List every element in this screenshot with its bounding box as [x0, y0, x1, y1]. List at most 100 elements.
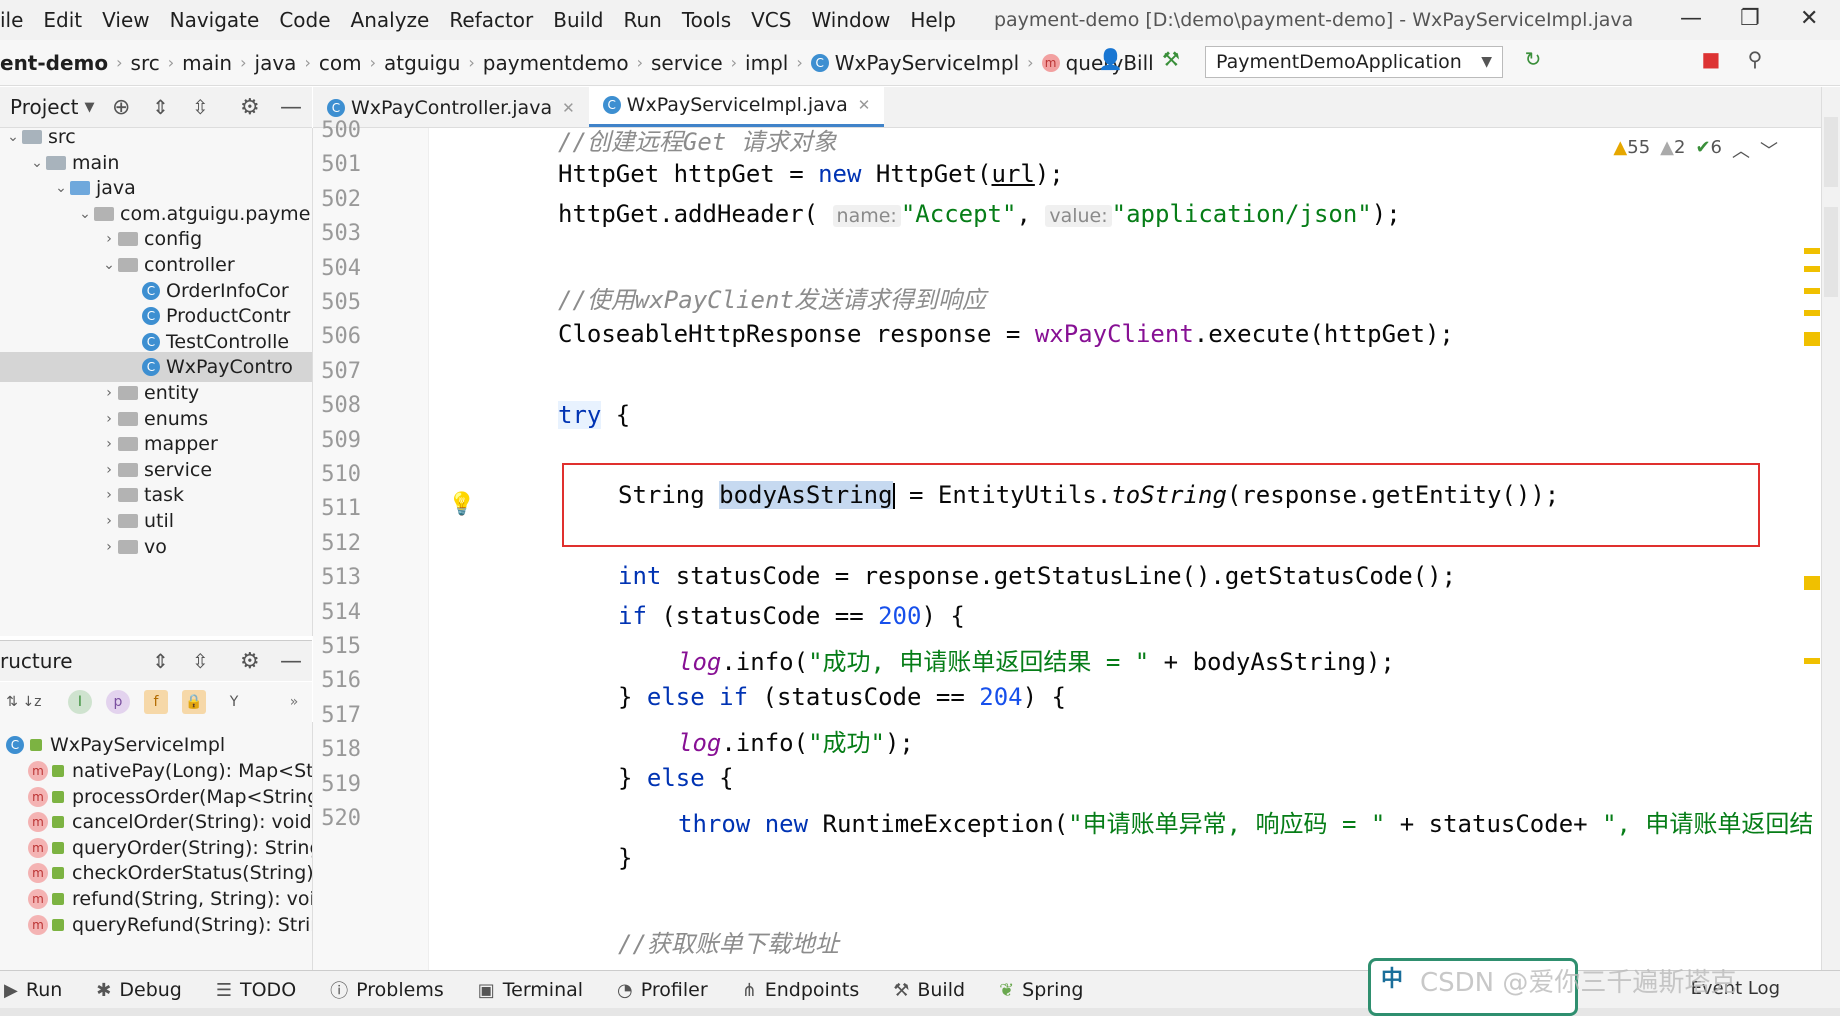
structure-method-item[interactable]: m queryRefund(String): String: [28, 910, 312, 940]
chevron-right-icon[interactable]: ›: [100, 487, 118, 503]
next-highlight-icon[interactable]: ﹀: [1760, 137, 1778, 163]
menu-navigate[interactable]: Navigate: [170, 8, 260, 32]
warning-mark[interactable]: [1804, 576, 1820, 590]
expand-all-icon[interactable]: ⇕: [152, 95, 169, 119]
hide-icon[interactable]: —: [280, 95, 302, 120]
close-icon[interactable]: ✕: [1800, 6, 1818, 31]
user-icon[interactable]: 👤: [1098, 48, 1123, 70]
typo-count[interactable]: ✔6: [1695, 137, 1722, 163]
show-fields-icon[interactable]: f: [144, 690, 168, 714]
menu-view[interactable]: View: [102, 8, 149, 32]
code-editor[interactable]: //创建远程Get 请求对象 HttpGet httpGet = new Htt…: [430, 128, 1840, 970]
warning-mark[interactable]: [1804, 248, 1820, 254]
chevron-down-icon[interactable]: ⌄: [52, 180, 70, 196]
previous-highlight-icon[interactable]: ︿: [1732, 137, 1750, 163]
menu-run[interactable]: Run: [623, 8, 661, 32]
menu-analyze[interactable]: Analyze: [351, 8, 430, 32]
breadcrumb-src[interactable]: src ›: [131, 51, 183, 75]
project-panel-title[interactable]: Project: [10, 95, 78, 119]
chevron-right-icon[interactable]: ›: [100, 539, 118, 555]
warning-mark[interactable]: [1804, 288, 1820, 294]
chevron-right-icon[interactable]: ›: [100, 513, 118, 529]
collapse-all-icon[interactable]: ⇳: [192, 649, 209, 673]
search-icon[interactable]: ⚲: [1744, 48, 1766, 70]
tab-wxpayserviceimpl[interactable]: C WxPayServiceImpl.java ✕: [588, 86, 885, 127]
error-stripe[interactable]: [1800, 128, 1822, 970]
code-line-518: }: [618, 844, 633, 872]
close-icon[interactable]: ✕: [562, 99, 575, 117]
chevron-right-icon[interactable]: ›: [100, 411, 118, 427]
inspection-widget[interactable]: ▲55 ▲2 ✔6 ︿ ﹀: [1613, 137, 1778, 163]
chevron-down-icon[interactable]: ⌄: [76, 206, 94, 222]
chevron-down-icon[interactable]: ⌄: [4, 129, 22, 145]
menu-help[interactable]: Help: [910, 8, 956, 32]
breadcrumb-paymentdemo[interactable]: paymentdemo ›: [483, 51, 651, 75]
run-tool-button[interactable]: ▶ Run: [4, 979, 62, 1001]
warning-mark[interactable]: [1804, 266, 1820, 272]
chevron-right-icon[interactable]: ›: [100, 462, 118, 478]
warning-mark[interactable]: [1804, 310, 1820, 316]
hammer-icon[interactable]: ⚒: [1160, 48, 1182, 70]
filter-icon[interactable]: Y: [222, 690, 246, 714]
menu-code[interactable]: Code: [279, 8, 330, 32]
minimize-icon[interactable]: —: [1680, 6, 1702, 31]
breadcrumb-service[interactable]: service ›: [651, 51, 745, 75]
problems-tool-button[interactable]: ⓘ Problems: [330, 977, 444, 1003]
weak-warning-count[interactable]: ▲2: [1660, 137, 1685, 163]
chevron-down-icon[interactable]: ▼: [84, 100, 94, 115]
build-tool-button[interactable]: ⚒ Build: [893, 979, 965, 1001]
gear-icon[interactable]: ⚙: [240, 95, 260, 120]
hide-icon[interactable]: —: [280, 649, 302, 674]
close-icon[interactable]: ✕: [858, 96, 871, 114]
maven-tab[interactable]: [1824, 117, 1838, 187]
more-icon[interactable]: »: [282, 690, 306, 714]
spring-tool-button[interactable]: ❦ Spring: [999, 979, 1083, 1001]
warning-count[interactable]: ▲55: [1613, 137, 1650, 163]
breadcrumb-project[interactable]: ent-demo ›: [0, 51, 131, 75]
chevron-right-icon[interactable]: ›: [100, 436, 118, 452]
chevron-down-icon[interactable]: ⌄: [100, 257, 118, 273]
gear-icon[interactable]: ⚙: [240, 649, 260, 674]
endpoints-tool-button[interactable]: ⋔ Endpoints: [742, 979, 860, 1001]
chevron-right-icon[interactable]: ›: [100, 231, 118, 247]
show-non-public-icon[interactable]: 🔒: [182, 690, 206, 714]
menu-file[interactable]: ile: [0, 8, 23, 32]
warning-mark[interactable]: [1804, 332, 1820, 346]
todo-tool-button[interactable]: ☰ TODO: [216, 979, 296, 1001]
menu-vcs[interactable]: VCS: [751, 8, 791, 32]
menu-window[interactable]: Window: [811, 8, 890, 32]
breadcrumb-atguigu[interactable]: atguigu ›: [384, 51, 483, 75]
collapse-all-icon[interactable]: ⇳: [192, 95, 209, 119]
breadcrumb-main[interactable]: main ›: [182, 51, 254, 75]
debug-tool-button[interactable]: ✱ Debug: [96, 979, 182, 1001]
line-number-gutter[interactable]: 500 501 502 503 504 505 506 507 508 509 510 511 512 5…: [313, 118, 429, 970]
breadcrumb-com[interactable]: com ›: [319, 51, 384, 75]
menu-edit[interactable]: Edit: [43, 8, 82, 32]
structure-panel-header: ructure ⇕ ⇳ ⚙ —: [0, 640, 312, 681]
sort-alpha-icon[interactable]: ↓z: [20, 690, 44, 714]
terminal-tool-button[interactable]: ▣ Terminal: [478, 979, 583, 1001]
stop-icon[interactable]: ■: [1700, 48, 1722, 70]
breadcrumb-java[interactable]: java ›: [255, 51, 319, 75]
breadcrumb-class[interactable]: C WxPayServiceImpl ›: [810, 51, 1042, 75]
show-properties-icon[interactable]: p: [106, 690, 130, 714]
menu-tools[interactable]: Tools: [682, 8, 731, 32]
expand-all-icon[interactable]: ⇕: [152, 649, 169, 673]
chevron-down-icon[interactable]: ⌄: [28, 155, 46, 171]
chevron-right-icon[interactable]: ›: [100, 385, 118, 401]
breadcrumb-impl[interactable]: impl ›: [745, 51, 811, 75]
rerun-icon[interactable]: ↻: [1522, 48, 1544, 70]
profiler-tool-button[interactable]: ◔ Profiler: [617, 979, 708, 1001]
terminal-icon: ▣: [477, 979, 495, 1001]
warning-mark[interactable]: [1804, 658, 1820, 664]
restore-icon[interactable]: ❐: [1740, 6, 1760, 31]
locate-icon[interactable]: ⊕: [112, 95, 130, 120]
database-tab[interactable]: [1824, 207, 1838, 297]
line-number: 516: [321, 668, 361, 694]
menu-build[interactable]: Build: [553, 8, 603, 32]
tree-item-vo[interactable]: › vo: [0, 532, 312, 562]
show-inherited-icon[interactable]: I: [68, 690, 92, 714]
list-icon: ☰: [215, 979, 232, 1001]
menu-refactor[interactable]: Refactor: [449, 8, 533, 32]
run-configuration-select[interactable]: PaymentDemoApplication ▼: [1205, 46, 1503, 78]
